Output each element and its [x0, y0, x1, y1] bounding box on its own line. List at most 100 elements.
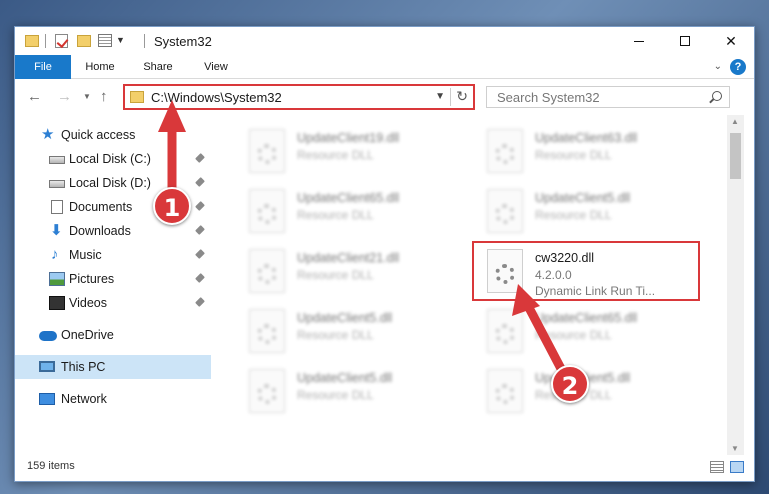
minimize-icon [634, 40, 644, 42]
pin-icon[interactable] [195, 249, 205, 259]
file-item[interactable]: UpdateClient5.dll Resource DLL [475, 363, 701, 419]
file-highlight-box [472, 241, 700, 301]
folder-icon [130, 91, 144, 103]
ribbon-tabs: File Home Share View ⌄ ? [15, 55, 754, 79]
pin-icon[interactable] [195, 273, 205, 283]
tab-share[interactable]: Share [135, 55, 181, 79]
sidebar-item-this-pc[interactable]: This PC [15, 355, 211, 379]
item-count: 159 items [27, 460, 75, 472]
file-item[interactable]: UpdateClient5.dll Resource DLL [237, 363, 463, 419]
chevron-down-icon[interactable]: ⌄ [714, 61, 722, 72]
sidebar-item-downloads[interactable]: ⬇ Downloads [15, 219, 211, 243]
dll-file-icon [487, 129, 523, 173]
gear-icon [257, 264, 277, 284]
sidebar-item-videos[interactable]: Videos [15, 291, 211, 315]
dll-file-icon [249, 129, 285, 173]
pin-icon[interactable] [195, 225, 205, 235]
file-item[interactable]: UpdateClient65.dll Resource DLL [475, 303, 701, 359]
file-item[interactable]: UpdateClient65.dll Resource DLL [237, 183, 463, 239]
video-icon [49, 296, 65, 310]
refresh-icon[interactable]: ↻ [456, 88, 468, 105]
navigation-pane: ★ Quick access Local Disk (C:) Local Dis… [15, 115, 211, 455]
close-button[interactable]: ✕ [708, 27, 754, 55]
dll-file-icon [487, 189, 523, 233]
file-item[interactable]: UpdateClient5.dll Resource DLL [237, 303, 463, 359]
tab-file[interactable]: File [15, 55, 71, 79]
address-bar[interactable]: C:\Windows\System32 ▼ ↻ [123, 84, 475, 110]
drive-icon [49, 180, 65, 188]
sidebar-item-onedrive[interactable]: OneDrive [15, 323, 211, 347]
sidebar-item-pictures[interactable]: Pictures [15, 267, 211, 291]
document-icon [51, 200, 63, 214]
title-bar: ▼ System32 ✕ [15, 27, 754, 55]
large-icons-view-icon[interactable] [730, 461, 744, 473]
forward-arrow-icon[interactable]: → [57, 88, 72, 105]
properties-icon[interactable] [98, 34, 112, 47]
gear-icon [495, 324, 515, 344]
dll-file-icon [249, 249, 285, 293]
sidebar-item-network[interactable]: Network [15, 387, 211, 411]
search-input[interactable]: Search System32 [486, 86, 730, 108]
scroll-up-icon[interactable]: ▲ [731, 117, 739, 126]
help-icon[interactable]: ? [730, 59, 746, 75]
pin-icon[interactable] [195, 153, 205, 163]
search-icon[interactable] [712, 91, 722, 101]
file-item[interactable]: UpdateClient19.dll Resource DLL [237, 123, 463, 179]
address-row: ← → ▼ ↑ C:\Windows\System32 ▼ ↻ Search S… [15, 80, 754, 114]
sidebar-item-quick-access[interactable]: ★ Quick access [15, 123, 211, 147]
dll-file-icon [487, 309, 523, 353]
new-folder-icon[interactable] [77, 35, 91, 47]
search-placeholder: Search System32 [497, 90, 600, 105]
tab-view[interactable]: View [193, 55, 239, 79]
tab-home[interactable]: Home [77, 55, 123, 79]
pictures-icon [49, 272, 65, 286]
properties-check-icon[interactable] [55, 34, 68, 48]
folder-icon[interactable] [25, 35, 39, 47]
computer-icon [39, 361, 55, 372]
pin-icon[interactable] [195, 201, 205, 211]
window-title: System32 [154, 34, 212, 49]
chevron-down-icon[interactable]: ▼ [435, 91, 445, 102]
gear-icon [495, 144, 515, 164]
gear-icon [257, 204, 277, 224]
dll-file-icon [249, 369, 285, 413]
recent-locations-icon[interactable]: ▼ [83, 92, 91, 101]
status-bar: 159 items [15, 455, 754, 481]
maximize-button[interactable] [662, 27, 708, 55]
vertical-scrollbar[interactable]: ▲ ▼ [727, 115, 744, 455]
pin-icon[interactable] [195, 297, 205, 307]
toolbar-separator [45, 34, 46, 48]
maximize-icon [680, 36, 690, 46]
scroll-down-icon[interactable]: ▼ [731, 444, 739, 453]
network-icon [39, 393, 55, 405]
minimize-button[interactable] [616, 27, 662, 55]
music-icon: ♪ [51, 246, 59, 263]
details-view-icon[interactable] [710, 461, 724, 473]
explorer-window: ▼ System32 ✕ File Home Share View ⌄ ? ← … [14, 26, 755, 482]
step-badge-1: 1 [153, 187, 191, 225]
customize-quick-access-icon[interactable]: ▼ [116, 35, 125, 53]
star-icon: ★ [41, 126, 55, 143]
gear-icon [257, 144, 277, 164]
cloud-icon [39, 331, 57, 341]
up-arrow-icon[interactable]: ↑ [100, 88, 108, 105]
pin-icon[interactable] [195, 177, 205, 187]
scroll-thumb[interactable] [730, 133, 741, 179]
file-item[interactable]: UpdateClient63.dll Resource DLL [475, 123, 701, 179]
sidebar-item-local-disk-c[interactable]: Local Disk (C:) [15, 147, 211, 171]
gear-icon [495, 204, 515, 224]
download-icon: ⬇ [50, 222, 63, 239]
file-item[interactable]: UpdateClient5.dll Resource DLL [475, 183, 701, 239]
toolbar-separator [144, 34, 145, 48]
dll-file-icon [249, 189, 285, 233]
address-separator [450, 88, 451, 106]
gear-icon [257, 324, 277, 344]
sidebar-item-music[interactable]: ♪ Music [15, 243, 211, 267]
back-arrow-icon[interactable]: ← [27, 88, 42, 105]
gear-icon [257, 384, 277, 404]
drive-icon [49, 156, 65, 164]
gear-icon [495, 384, 515, 404]
address-path[interactable]: C:\Windows\System32 [151, 90, 282, 105]
dll-file-icon [487, 369, 523, 413]
file-item[interactable]: UpdateClient21.dll Resource DLL [237, 243, 463, 299]
